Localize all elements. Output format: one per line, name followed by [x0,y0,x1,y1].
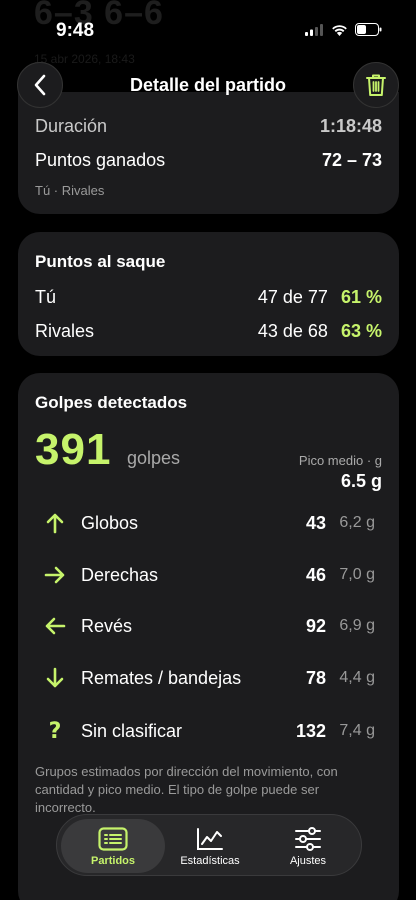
cellular-signal-icon [305,23,323,36]
points-label: Puntos ganados [35,150,166,170]
status-bar: 9:48 [0,0,416,60]
points-row: Puntos ganados 72 – 73 [35,150,382,171]
tab-label: Ajustes [289,855,327,867]
shot-peak: 6,2 g [339,514,375,531]
status-icons [305,23,382,36]
peak-value: 6.5 g [340,471,382,491]
serve-you-label: Tú [35,287,57,307]
shot-peak: 7,4 g [339,722,375,739]
wifi-icon [332,24,347,36]
question-icon: ? [48,718,62,744]
shot-count: 43 [305,513,326,533]
serve-title: Puntos al saque [35,252,166,271]
shot-label: Globos [81,513,139,533]
tab-label: Estadísticas [180,855,240,867]
tab-estadisticas[interactable]: Estadísticas [169,819,251,873]
serve-card: Puntos al saque Tú 47 de 77 61 % Rivales… [18,232,399,356]
navigation-bar: Detalle del partido [0,62,416,110]
shot-row-sin-clasificar: ? Sin clasificar 132 7,4 g [35,715,382,747]
serve-rivals-pct: 63 % [340,321,382,341]
tab-bar: Partidos Estadísticas Ajustes [56,814,362,876]
battery-icon [355,23,382,36]
shot-row-globos: Globos 43 6,2 g [35,507,382,539]
duration-label: Duración [35,116,108,136]
shots-note: Grupos estimados por dirección del movim… [35,764,338,815]
serve-rivals-label: Rivales [35,321,95,341]
serve-row-rivals: Rivales 43 de 68 63 % [35,321,382,342]
shot-row-remates: Remates / bandejas 78 4,4 g [35,662,382,694]
duration-row: Duración 1:18:48 [35,116,382,137]
tab-ajustes[interactable]: Ajustes [267,819,349,873]
tab-partidos[interactable]: Partidos [61,819,165,873]
shot-label: Revés [81,616,133,636]
shot-label: Derechas [81,565,159,585]
shot-label: Sin clasificar [81,721,183,741]
sliders-icon [295,827,321,851]
delete-button[interactable] [353,62,399,108]
arrow-up-icon [46,513,64,534]
summary-card: Duración 1:18:48 Puntos ganados 72 – 73 … [18,92,399,214]
arrow-down-icon [46,667,64,688]
serve-you-value: 47 de 77 [257,287,328,307]
serve-rivals-value: 43 de 68 [257,321,328,341]
serve-row-you: Tú 47 de 77 61 % [35,287,382,308]
shot-count: 132 [295,721,326,741]
shots-title: Golpes detectados [35,393,188,412]
status-time: 9:48 [56,20,95,41]
shot-count: 78 [305,668,326,688]
arrow-right-icon [44,566,65,584]
tab-label: Partidos [90,855,135,867]
shots-total: 391 [35,425,112,474]
shot-row-derechas: Derechas 46 7,0 g [35,559,382,591]
shot-count: 46 [305,565,326,585]
peak-label: Pico medio · g [298,453,382,468]
shot-count: 92 [305,616,326,636]
list-icon [98,827,128,851]
shot-peak: 4,4 g [339,669,375,686]
shots-unit: golpes [127,448,181,468]
chart-icon [197,828,223,850]
trash-icon [366,74,386,96]
shot-label: Remates / bandejas [81,668,242,688]
shot-peak: 7,0 g [339,566,375,583]
shot-peak: 6,9 g [339,617,375,634]
points-legend: Tú · Rivales [35,183,105,198]
arrow-left-icon [45,617,66,635]
points-value: 72 – 73 [321,150,382,170]
serve-you-pct: 61 % [340,287,382,307]
shot-row-reves: Revés 92 6,9 g [35,610,382,642]
duration-value: 1:18:48 [319,116,382,136]
